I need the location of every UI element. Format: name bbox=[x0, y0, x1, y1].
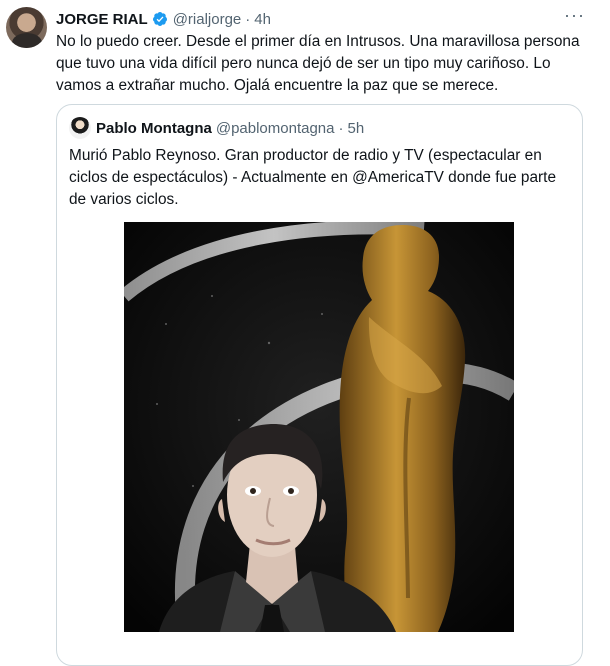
quoted-tweet-photo[interactable] bbox=[124, 222, 514, 632]
separator-dot: · bbox=[245, 10, 251, 28]
quoted-tweet-header: Pablo Montagna @pablomontagna · 5h bbox=[69, 117, 364, 139]
quoted-author-name[interactable]: Pablo Montagna bbox=[96, 120, 212, 137]
tweet-text: No lo puedo creer. Desde el primer día e… bbox=[56, 33, 580, 94]
quoted-tweet[interactable]: Pablo Montagna @pablomontagna · 5h Murió… bbox=[56, 104, 583, 666]
author-name[interactable]: JORGE RIAL bbox=[56, 11, 148, 28]
more-horizontal-icon[interactable]: ··· bbox=[564, 6, 584, 28]
tweet[interactable]: JORGE RIAL @rialjorge · 4h ··· No lo pue… bbox=[0, 0, 610, 666]
separator-dot: · bbox=[338, 119, 344, 137]
tweet-time[interactable]: 4h bbox=[254, 11, 271, 28]
tweet-header: JORGE RIAL @rialjorge · 4h bbox=[56, 8, 271, 30]
quoted-tweet-text: Murió Pablo Reynoso. Gran productor de r… bbox=[69, 147, 556, 208]
quoted-author-handle[interactable]: @pablomontagna bbox=[216, 120, 335, 137]
quoted-author-avatar[interactable] bbox=[69, 117, 91, 139]
verified-badge-icon bbox=[152, 12, 167, 26]
author-handle[interactable]: @rialjorge bbox=[173, 11, 242, 28]
quoted-tweet-time[interactable]: 5h bbox=[348, 120, 365, 137]
author-avatar[interactable] bbox=[6, 7, 47, 48]
photo-scene bbox=[124, 222, 514, 632]
